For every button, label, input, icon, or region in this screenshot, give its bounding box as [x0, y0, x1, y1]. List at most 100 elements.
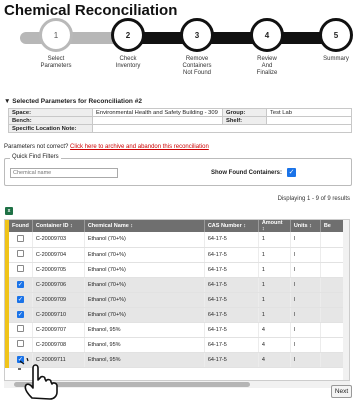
- units-cell: l: [290, 322, 321, 338]
- units-cell: l: [290, 232, 321, 248]
- table-row[interactable]: C-20009705 Ethanol (70+%) 64-17-5 1 l: [5, 262, 349, 278]
- units-cell: l: [290, 262, 321, 278]
- container-id-cell: C-20009709: [32, 292, 85, 308]
- step-check-inventory[interactable]: 2 Check Inventory: [93, 18, 163, 70]
- step-select-parameters[interactable]: 1 Select Parameters: [21, 18, 91, 70]
- cas-number-cell: 64-17-5: [204, 337, 259, 353]
- chemical-name-cell: Ethanol (70+%): [84, 262, 205, 278]
- next-button[interactable]: Next: [331, 385, 352, 398]
- show-found-label: Show Found Containers:: [211, 170, 282, 176]
- location-note-label: Specific Location Note:: [8, 124, 93, 133]
- units-cell: l: [290, 292, 321, 308]
- bench-label: Bench:: [8, 116, 93, 125]
- chemical-name-cell: Ethanol (70+%): [84, 232, 205, 248]
- container-id-cell: C-20009706: [32, 277, 85, 293]
- wizard-stepper: 1 Select Parameters 2 Check Inventory 3 Re…: [0, 18, 358, 90]
- units-cell: l: [290, 247, 321, 263]
- amount-cell: 1: [258, 292, 291, 308]
- cas-number-cell: 64-17-5: [204, 292, 259, 308]
- col-amount[interactable]: Amount ↕: [258, 220, 291, 232]
- amount-cell: 4: [258, 337, 291, 353]
- amount-cell: 1: [258, 277, 291, 293]
- step-number: 1: [39, 18, 73, 52]
- grid-vertical-scrollbar[interactable]: [343, 220, 349, 380]
- table-row[interactable]: C-20009708 Ethanol, 95% 64-17-5 4 l: [5, 337, 349, 353]
- container-id-cell: C-20009703: [32, 232, 85, 248]
- cas-number-cell: 64-17-5: [204, 247, 259, 263]
- chemical-name-cell: Ethanol, 95%: [84, 352, 205, 368]
- location-note-value: [92, 124, 352, 133]
- step-remove-containers[interactable]: 3 Remove Containers Not Found: [162, 18, 232, 77]
- quick-find-filters: Quick Find Filters Show Found Containers…: [4, 154, 352, 186]
- found-cell: ✓: [5, 277, 33, 293]
- group-label: Group:: [222, 108, 267, 117]
- shelf-label: Shelf:: [222, 116, 267, 125]
- cas-number-cell: 64-17-5: [204, 307, 259, 323]
- container-id-cell: C-20009708: [32, 337, 85, 353]
- units-cell: l: [290, 277, 321, 293]
- units-cell: l: [290, 337, 321, 353]
- selected-params-table: Space: Environmental Health and Safety B…: [8, 108, 352, 133]
- table-row[interactable]: C-20009704 Ethanol (70+%) 64-17-5 1 l: [5, 247, 349, 263]
- chemical-name-cell: Ethanol (70+%): [84, 292, 205, 308]
- col-units[interactable]: Units ↕: [290, 220, 321, 232]
- space-value: Environmental Health and Safety Building…: [92, 108, 223, 117]
- found-cell: ✓: [5, 307, 33, 323]
- container-id-cell: C-20009707: [32, 322, 85, 338]
- units-cell: l: [290, 307, 321, 323]
- amount-cell: 4: [258, 322, 291, 338]
- step-label: Summary: [323, 56, 349, 62]
- cas-number-cell: 64-17-5: [204, 232, 259, 248]
- step-number: 4: [250, 18, 284, 52]
- chemical-name-cell: Ethanol (70+%): [84, 307, 205, 323]
- shelf-value: [266, 116, 352, 125]
- results-count: Displaying 1 - 9 of 9 results: [277, 196, 350, 202]
- excel-export-icon[interactable]: x: [5, 207, 13, 215]
- step-number: 2: [111, 18, 145, 52]
- col-cas-number[interactable]: CAS Number ↕: [204, 220, 259, 232]
- found-cell: [5, 247, 33, 263]
- chemical-name-cell: Ethanol (70+%): [84, 247, 205, 263]
- found-checkbox[interactable]: [16, 340, 24, 347]
- step-label: Select Parameters: [40, 56, 72, 69]
- col-container-id[interactable]: Container ID ↕: [32, 220, 85, 232]
- step-label: Review And Finalize: [256, 56, 278, 76]
- found-checkbox[interactable]: [16, 325, 24, 332]
- show-found-checkbox[interactable]: ✓: [287, 168, 296, 177]
- found-checkbox[interactable]: ✓: [16, 296, 24, 303]
- hand-pointer-icon: [18, 358, 58, 400]
- found-checkbox[interactable]: [16, 265, 24, 272]
- not-correct-text: Parameters not correct?: [4, 144, 71, 150]
- archive-reconciliation-link[interactable]: Click here to archive and abandon this r…: [70, 144, 209, 150]
- container-grid: Found Container ID ↕ Chemical Name ↕ CAS…: [4, 219, 350, 381]
- container-id-cell: C-20009705: [32, 262, 85, 278]
- found-cell: ✓: [5, 292, 33, 308]
- step-number: 3: [180, 18, 214, 52]
- step-number: 5: [319, 18, 353, 52]
- found-checkbox[interactable]: [16, 234, 24, 242]
- table-row[interactable]: ✓ C-20009709 Ethanol (70+%) 64-17-5 1 l: [5, 292, 349, 308]
- col-chemical-name[interactable]: Chemical Name ↕: [84, 220, 205, 232]
- table-row[interactable]: ✓ C-20009710 Ethanol (70+%) 64-17-5 1 l: [5, 307, 349, 323]
- col-found[interactable]: Found: [5, 220, 33, 232]
- page-title: Chemical Reconciliation: [4, 2, 178, 19]
- quick-find-legend: Quick Find Filters: [10, 154, 61, 160]
- step-summary[interactable]: 5 Summary: [301, 18, 358, 63]
- table-row[interactable]: C-20009707 Ethanol, 95% 64-17-5 4 l: [5, 322, 349, 338]
- cas-number-cell: 64-17-5: [204, 277, 259, 293]
- step-label: Check Inventory: [115, 56, 141, 69]
- found-cell: [5, 262, 33, 278]
- cas-number-cell: 64-17-5: [204, 352, 259, 368]
- found-checkbox[interactable]: ✓: [16, 311, 24, 318]
- found-checkbox[interactable]: ✓: [16, 281, 24, 288]
- step-review-finalize[interactable]: 4 Review And Finalize: [232, 18, 302, 77]
- chemical-name-cell: Ethanol, 95%: [84, 322, 205, 338]
- table-row[interactable]: ✓ C-20009706 Ethanol (70+%) 64-17-5 1 l: [5, 277, 349, 293]
- table-row[interactable]: C-20009703 Ethanol (70+%) 64-17-5 1 l: [5, 232, 349, 248]
- params-not-correct-line: Parameters not correct? Click here to ar…: [4, 144, 209, 150]
- found-cell: [5, 232, 33, 248]
- selected-params-toggle[interactable]: ▼ Selected Parameters for Reconciliation…: [4, 98, 142, 105]
- chemical-name-input[interactable]: [10, 168, 118, 178]
- chemical-name-cell: Ethanol (70+%): [84, 277, 205, 293]
- found-checkbox[interactable]: [16, 250, 24, 257]
